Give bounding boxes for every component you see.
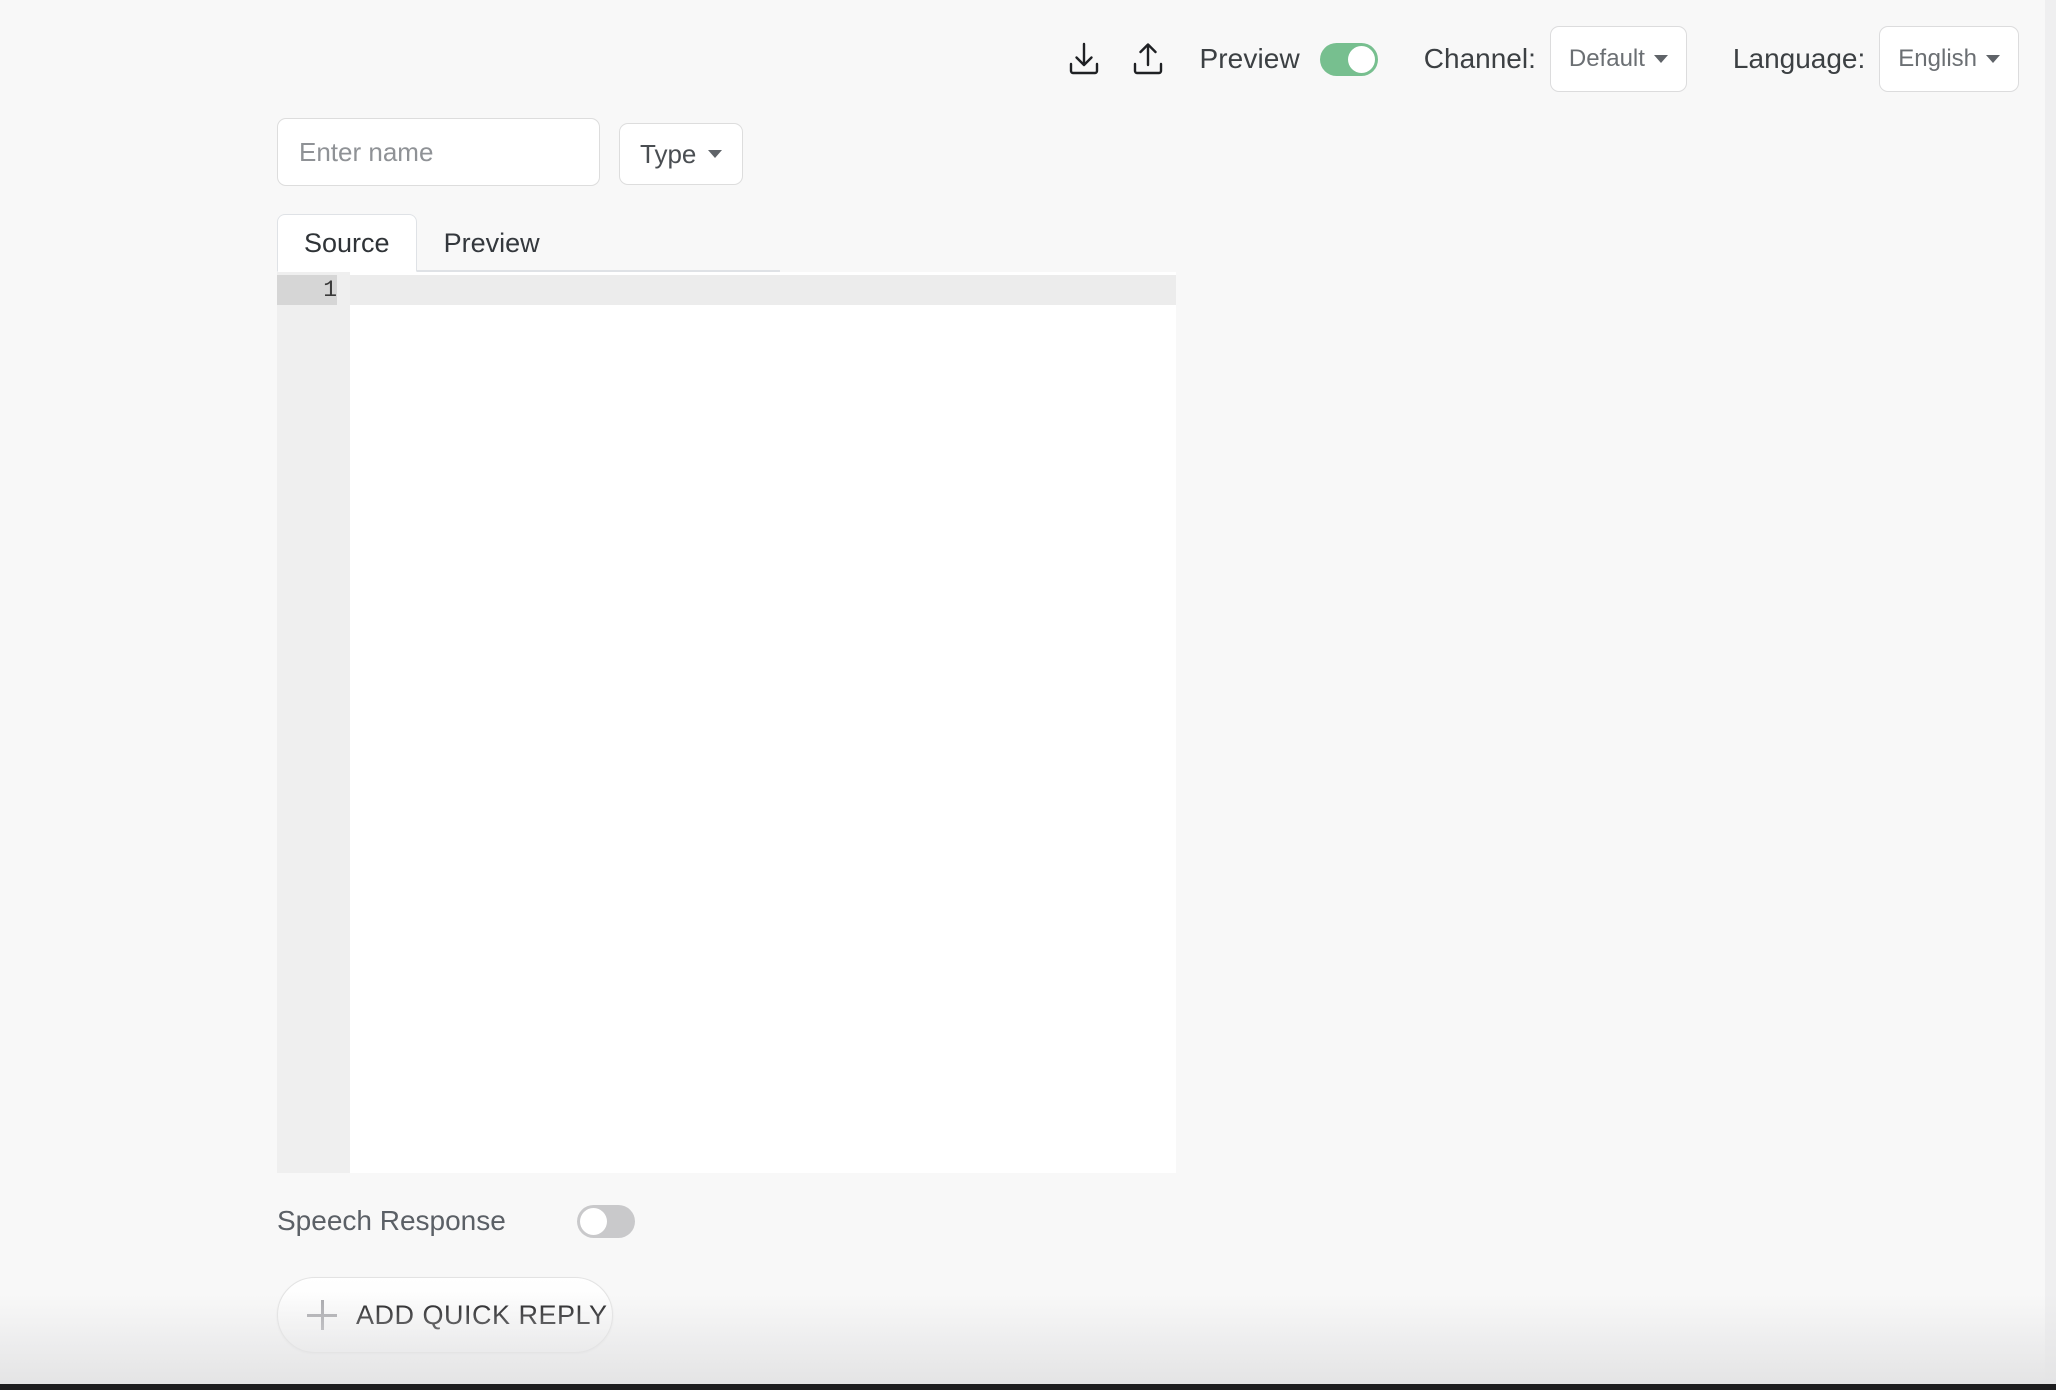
tab-preview[interactable]: Preview	[417, 214, 567, 272]
download-icon[interactable]	[1057, 32, 1111, 86]
main-content: Type Source Preview 1	[277, 118, 1977, 1353]
editor-tabs: Source Preview	[277, 214, 780, 272]
app-page: Preview Channel: Default Language: Engli…	[0, 0, 2056, 1390]
speech-response-row: Speech Response	[277, 1199, 1977, 1243]
add-quick-reply-button[interactable]: ADD QUICK REPLY	[277, 1277, 613, 1353]
code-editor[interactable]: 1	[277, 272, 1176, 1173]
tab-preview-label: Preview	[443, 227, 540, 258]
channel-label: Channel:	[1423, 43, 1536, 74]
preview-toggle[interactable]	[1319, 42, 1378, 76]
window-bottom-edge	[0, 1384, 2056, 1390]
language-dropdown[interactable]: English	[1879, 26, 2019, 92]
preview-label: Preview	[1199, 43, 1300, 74]
speech-response-toggle[interactable]	[576, 1204, 635, 1238]
speech-response-label: Speech Response	[277, 1205, 506, 1236]
plus-icon	[307, 1300, 337, 1330]
active-line-highlight	[350, 275, 1176, 305]
type-dropdown[interactable]: Type	[619, 123, 744, 185]
tab-source[interactable]: Source	[277, 214, 417, 272]
type-dropdown-label: Type	[640, 138, 697, 169]
chevron-down-icon	[1986, 55, 2000, 63]
speech-response-toggle-knob	[579, 1207, 607, 1235]
editor-gutter: 1	[277, 272, 350, 1173]
language-dropdown-value: English	[1898, 45, 1977, 72]
editor-code-area[interactable]	[350, 272, 1176, 1173]
tab-source-label: Source	[304, 227, 390, 258]
channel-dropdown-value: Default	[1568, 45, 1645, 72]
line-number: 1	[277, 275, 337, 305]
chevron-down-icon	[1653, 55, 1668, 63]
name-input[interactable]	[277, 118, 600, 186]
preview-toggle-knob	[1347, 45, 1375, 73]
add-quick-reply-label: ADD QUICK REPLY	[356, 1299, 608, 1330]
scrollbar-track[interactable]	[2045, 0, 2056, 1384]
channel-dropdown[interactable]: Default	[1549, 26, 1687, 92]
name-type-row: Type	[277, 118, 1977, 186]
top-toolbar: Preview Channel: Default Language: Engli…	[0, 0, 2045, 118]
chevron-down-icon	[708, 150, 723, 158]
language-label: Language:	[1732, 43, 1866, 74]
upload-icon[interactable]	[1121, 32, 1175, 86]
